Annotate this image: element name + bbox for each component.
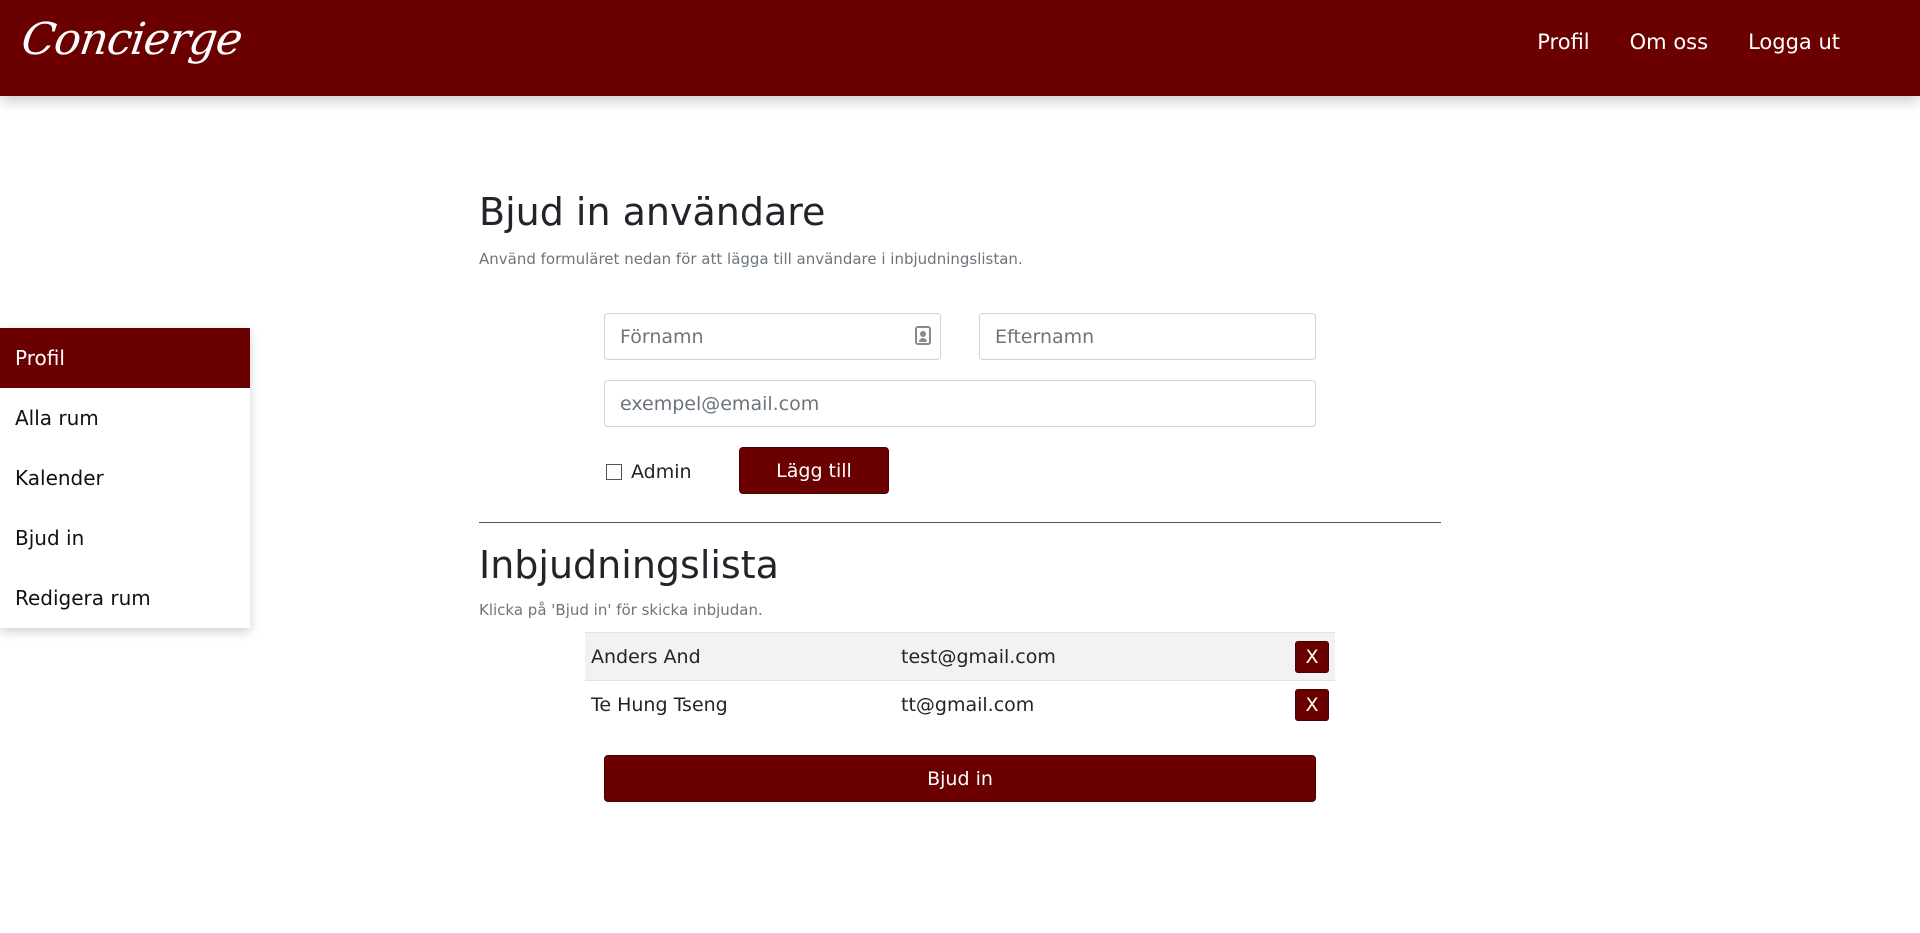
invite-table: Anders And test@gmail.com X Te Hung Tsen… [585,632,1335,728]
remove-button[interactable]: X [1295,689,1329,721]
side-item-alla-rum[interactable]: Alla rum [0,388,250,448]
invitee-name: Anders And [591,645,701,668]
side-item-kalender[interactable]: Kalender [0,448,250,508]
add-button[interactable]: Lägg till [739,447,889,494]
form-hint: Använd formuläret nedan för att lägga ti… [479,249,1023,268]
invite-form-header: Bjud in användare Använd formuläret neda… [479,190,1441,268]
last-name-input[interactable] [979,313,1316,360]
table-row: Anders And test@gmail.com X [585,632,1335,680]
email-input[interactable] [604,380,1316,427]
first-name-input[interactable] [604,313,941,360]
invite-list-header: Inbjudningslista Klicka på 'Bjud in' för… [479,543,1441,619]
side-menu: Profil Alla rum Kalender Bjud in Rediger… [0,328,250,628]
nav-link-logga-ut[interactable]: Logga ut [1748,30,1840,54]
table-row: Te Hung Tseng tt@gmail.com X [585,680,1335,728]
side-item-profil[interactable]: Profil [0,328,250,388]
page-title: Bjud in användare [479,190,826,234]
invitee-email: tt@gmail.com [901,693,1035,716]
contact-card-icon [915,326,931,345]
invite-list-title: Inbjudningslista [479,543,779,587]
admin-label: Admin [631,461,692,483]
invite-list-hint: Klicka på 'Bjud in' för skicka inbjudan. [479,600,763,619]
section-divider [479,522,1441,523]
admin-checkbox[interactable] [606,464,622,480]
invitee-name: Te Hung Tseng [591,693,728,716]
nav-link-om-oss[interactable]: Om oss [1630,30,1708,54]
nav-link-profil[interactable]: Profil [1537,30,1589,54]
remove-button[interactable]: X [1295,641,1329,673]
side-item-redigera-rum[interactable]: Redigera rum [0,568,250,628]
admin-checkbox-label[interactable]: Admin [606,461,692,483]
side-item-bjud-in[interactable]: Bjud in [0,508,250,568]
nav-links: Profil Om oss Logga ut [1537,30,1840,54]
top-navbar: Concierge Profil Om oss Logga ut [0,0,1920,96]
send-invites-button[interactable]: Bjud in [604,755,1316,802]
brand-logo[interactable]: Concierge [18,14,245,65]
invitee-email: test@gmail.com [901,645,1056,668]
